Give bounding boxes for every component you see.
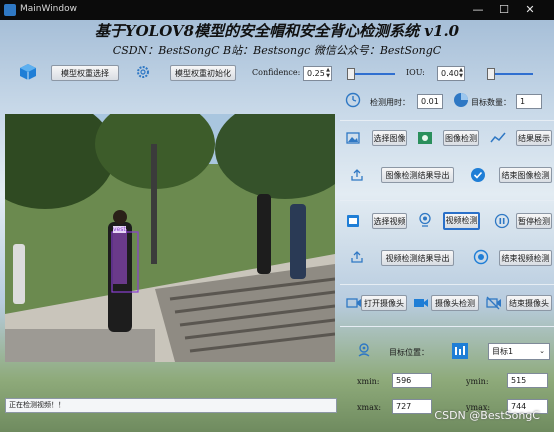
detection-display: vest (5, 114, 335, 362)
open-camera-button[interactable]: 打开摄像头 (361, 295, 407, 311)
iou-spinbox[interactable]: 0.40 ▲ ▼ (437, 66, 465, 81)
divider (340, 326, 554, 327)
iou-slider[interactable] (487, 68, 533, 80)
spin-arrows-icon[interactable]: ▲ ▼ (326, 67, 330, 79)
camera-icon (346, 296, 362, 310)
divider (340, 120, 554, 121)
export-video-button[interactable]: 视频检测结果导出 (381, 250, 454, 266)
location-icon (356, 342, 372, 358)
maximize-icon[interactable]: ☐ (496, 2, 512, 18)
time-label: 检测用时： (370, 98, 410, 107)
app-subtitle: CSDN：BestSongC B站：Bestsongc 微信公众号：BestSo… (112, 44, 442, 57)
end-video-button[interactable]: 结束视频检测 (499, 250, 552, 266)
iou-value: 0.40 (441, 69, 459, 78)
count-value: 1 (516, 94, 542, 109)
pause-icon (494, 213, 510, 229)
xmin-label: xmin: (357, 377, 380, 386)
spin-arrows-icon[interactable]: ▲ ▼ (459, 67, 463, 79)
xmax-value: 727 (392, 399, 432, 414)
select-image-button[interactable]: 选择图像 (372, 130, 407, 146)
video-file-icon (346, 214, 360, 228)
window-titlebar: MainWindow — ☐ ✕ (0, 0, 554, 20)
status-bar: 正在检测视频！！ (5, 398, 337, 413)
ymin-label: ymin: (466, 377, 489, 386)
camera-detect-button[interactable]: 摄像头检测 (431, 295, 479, 311)
ymin-value: 515 (507, 373, 548, 388)
confidence-value: 0.25 (307, 69, 325, 78)
count-label: 目标数量： (471, 98, 511, 107)
close-camera-button[interactable]: 结束摄像头 (506, 295, 552, 311)
stop-icon (473, 249, 489, 265)
select-video-button[interactable]: 选择视频 (372, 213, 407, 229)
camera-off-icon (486, 296, 502, 310)
webcam-icon (417, 212, 433, 228)
target-list-icon (452, 343, 468, 359)
export-icon (350, 250, 364, 264)
divider (340, 200, 554, 201)
target-select-value: 目标1 (492, 347, 514, 356)
export-icon (350, 168, 364, 182)
divider (340, 284, 554, 285)
image-detect-button[interactable]: 图像检测 (443, 130, 479, 146)
target-select[interactable]: 目标1 ⌄ (488, 343, 550, 360)
video-camera-icon (413, 296, 429, 310)
export-image-button[interactable]: 图像检测结果导出 (381, 167, 454, 183)
close-icon[interactable]: ✕ (522, 2, 538, 18)
end-image-button[interactable]: 结束图像检测 (499, 167, 552, 183)
app-icon (4, 4, 16, 16)
chevron-down-icon[interactable]: ⌄ (539, 344, 545, 359)
confidence-spinbox[interactable]: 0.25 ▲ ▼ (303, 66, 332, 81)
xmin-value: 596 (392, 373, 432, 388)
iou-slider-handle[interactable] (487, 68, 495, 80)
confidence-slider-handle[interactable] (347, 68, 355, 80)
target-label: 目标位置： (389, 348, 429, 357)
confidence-label: Confidence: (252, 68, 301, 77)
iou-label: IOU: (406, 68, 425, 77)
model-select-button[interactable]: 模型权重选择 (51, 65, 119, 81)
xmax-label: xmax: (357, 403, 382, 412)
time-value: 0.01 (417, 94, 443, 109)
timer-icon (345, 92, 361, 108)
window-title: MainWindow (20, 4, 77, 14)
app-title: 基于YOLOV8模型的安全帽和安全背心检测系统 v1.0 (94, 22, 460, 40)
minimize-icon[interactable]: — (470, 2, 486, 18)
image-detect-icon (417, 130, 433, 146)
scene-image (5, 114, 335, 362)
gear-icon (134, 63, 152, 81)
image-icon (346, 131, 360, 145)
cube-icon (18, 62, 38, 82)
pause-detect-button[interactable]: 暂停检测 (516, 213, 552, 229)
watermark: CSDN @BestSongC (434, 409, 540, 422)
detection-label: vest (113, 226, 126, 233)
check-circle-icon (470, 167, 486, 183)
pie-chart-icon (453, 92, 469, 108)
video-detect-button[interactable]: 视频检测 (443, 212, 480, 230)
show-result-button[interactable]: 结果展示 (516, 130, 552, 146)
model-init-button[interactable]: 模型权重初始化 (170, 65, 236, 81)
confidence-slider[interactable] (347, 68, 395, 80)
line-chart-icon (490, 130, 506, 146)
